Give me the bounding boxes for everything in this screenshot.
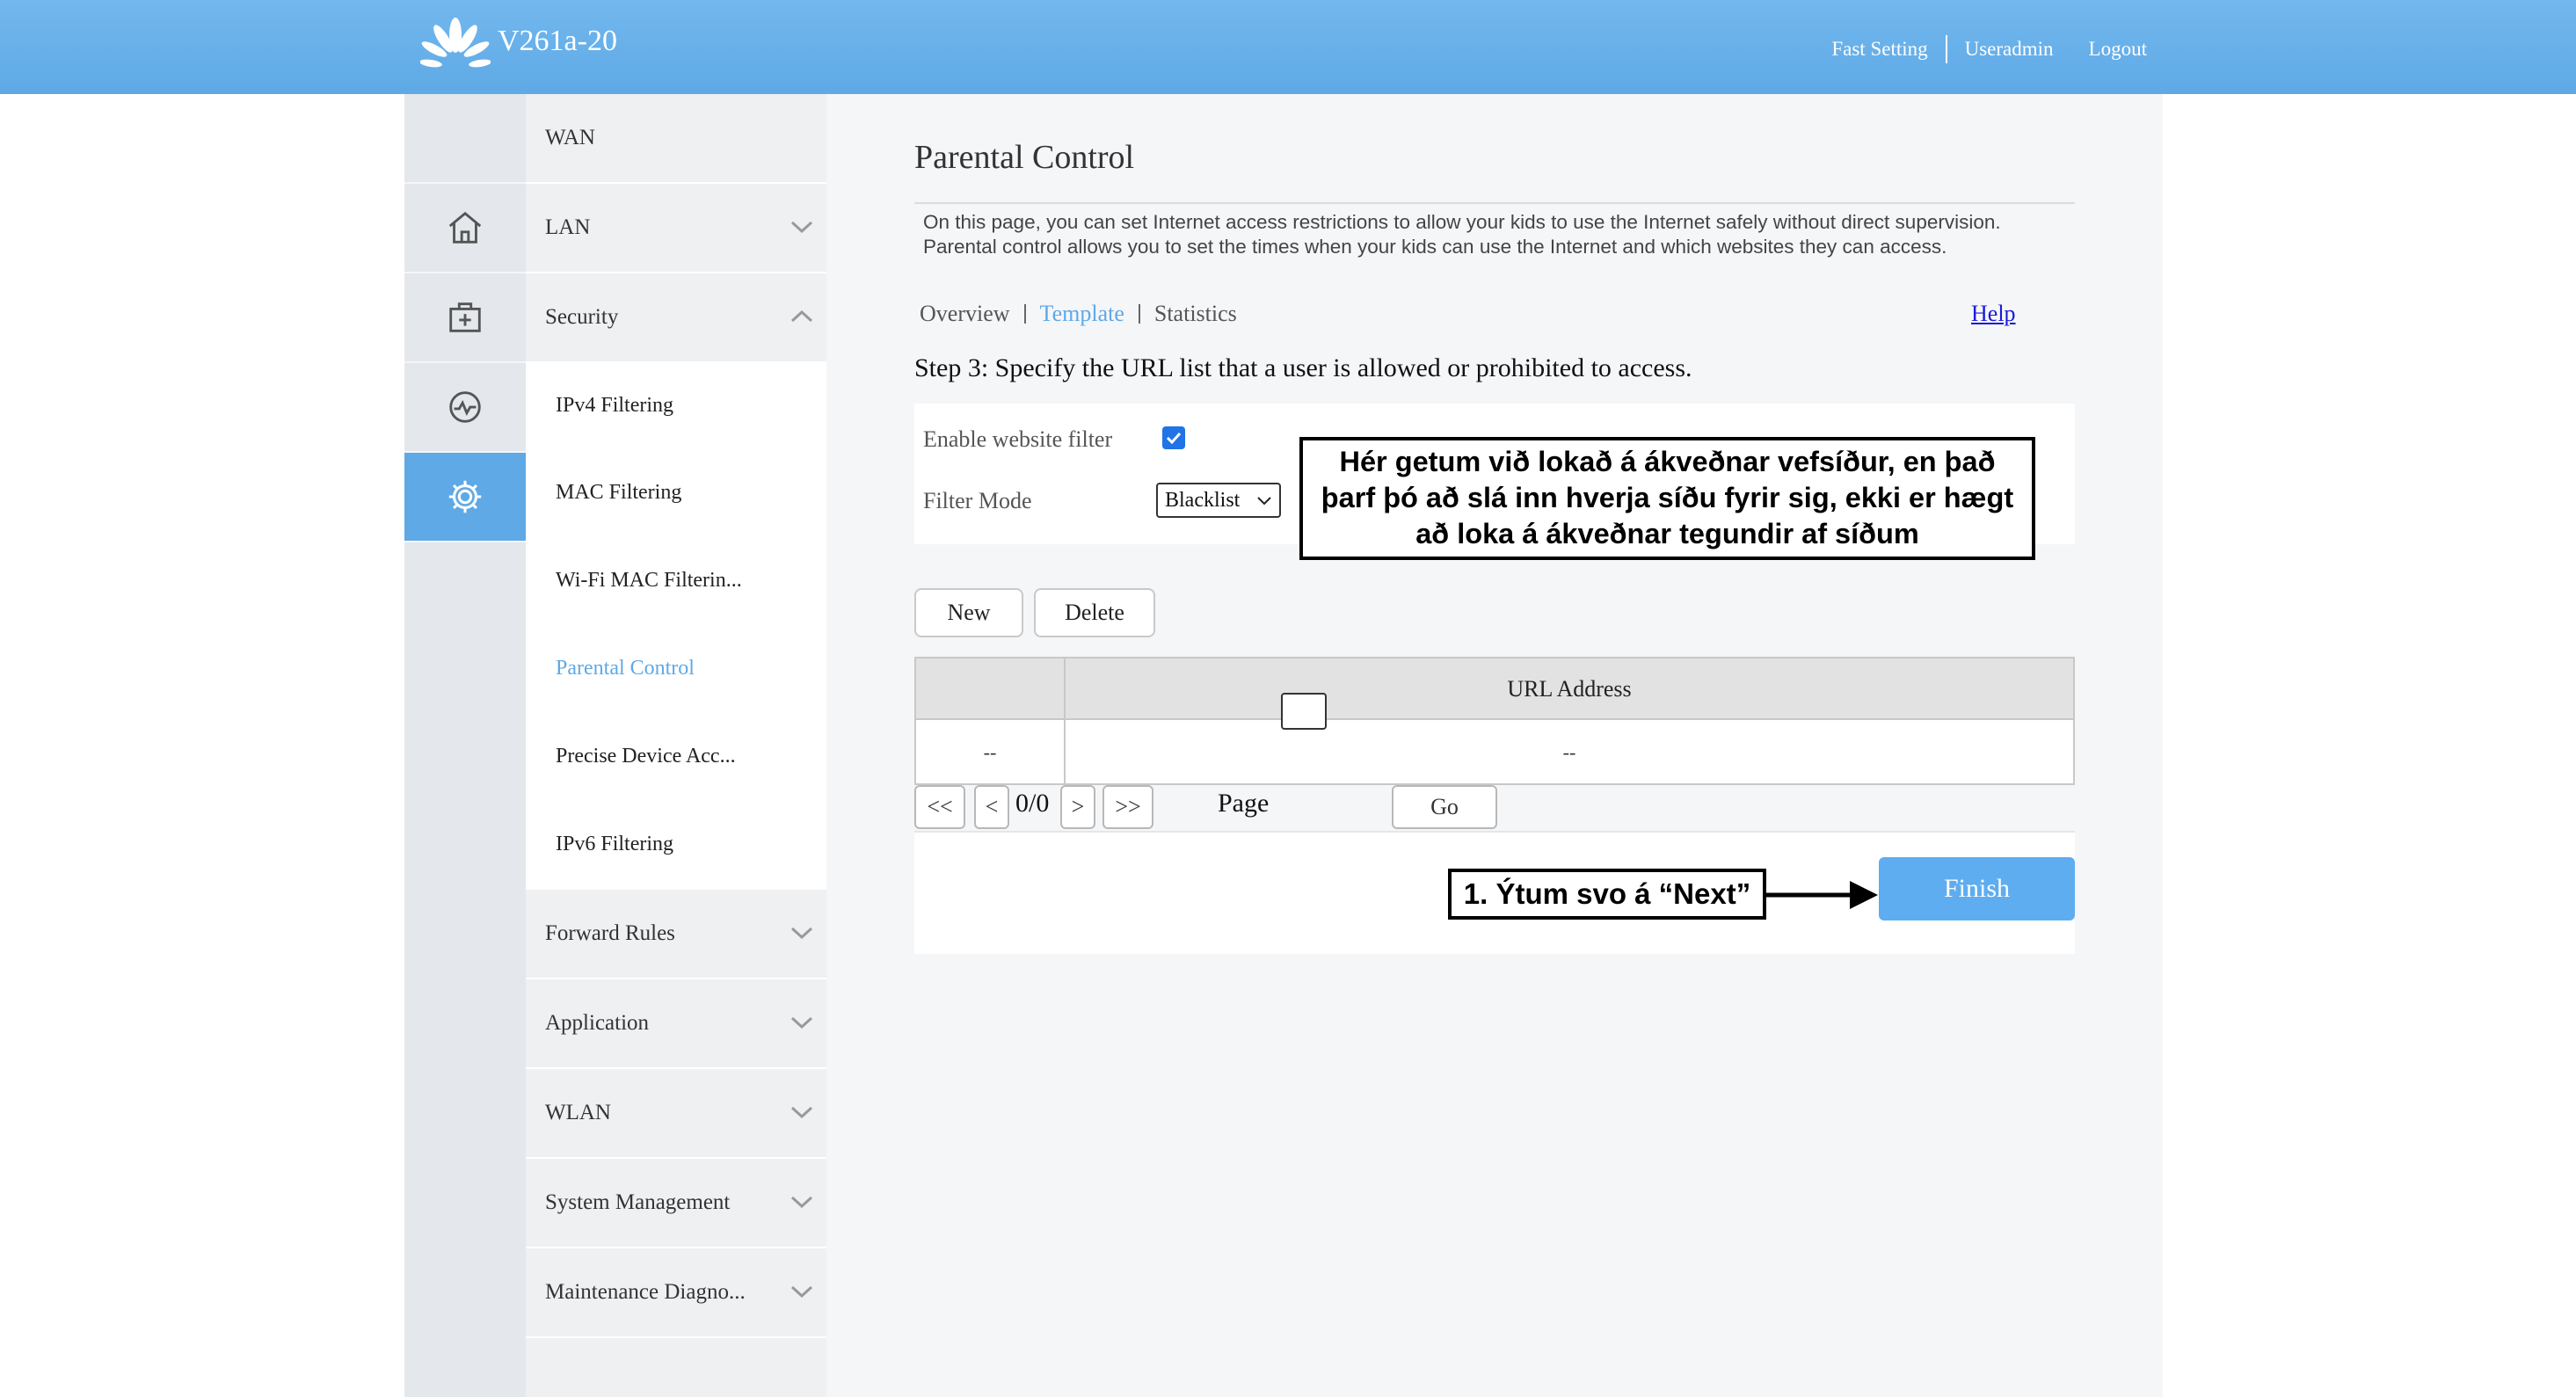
prev-page-button[interactable]: < [974,785,1009,829]
huawei-logo-icon [420,18,491,68]
filter-mode-value: Blacklist [1165,488,1241,512]
submenu-ipv4-filtering[interactable]: IPv4 Filtering [556,394,673,418]
page-label: Page [1218,789,1270,818]
submenu-wifi-mac-filtering[interactable]: Wi-Fi MAC Filterin... [556,569,742,593]
menu-label: Security [545,305,619,329]
icon-rail [404,94,526,1397]
chevron-down-icon [790,927,813,940]
useradmin-link[interactable]: Useradmin [1965,38,2054,61]
step-instruction: Step 3: Specify the URL list that a user… [914,353,1692,382]
first-page-button[interactable]: << [914,785,965,829]
description-line: On this page, you can set Internet acces… [923,211,2001,233]
menu-item-security[interactable]: Security [526,273,826,363]
chevron-down-icon [790,1196,813,1209]
new-button[interactable]: New [914,588,1023,637]
table-cell-url: -- [1562,741,1576,763]
top-links: Fast Setting Useradmin Logout [1831,35,2147,63]
chevron-down-icon [790,1016,813,1030]
rail-empty [404,542,526,1397]
side-menu: WAN LAN Security IPv4 Filtering MAC Filt… [526,94,826,1397]
menu-label: WLAN [545,1101,611,1124]
tab-statistics[interactable]: Statistics [1154,301,1237,327]
chevron-down-icon [790,1106,813,1119]
home-icon [448,211,482,244]
toolbox-icon [449,302,481,332]
title-divider [914,202,2075,204]
callout-line: Hér getum við lokað á ákveðnar vefsíður,… [1339,446,1996,477]
menu-label: Application [545,1011,650,1035]
finish-button[interactable]: Finish [1879,857,2075,920]
page-number-input[interactable] [1281,693,1327,730]
main-content: Parental Control On this page, you can s… [826,94,2163,1397]
url-address-header: URL Address [1507,676,1632,702]
submenu-mac-filtering[interactable]: MAC Filtering [556,481,681,505]
menu-item-application[interactable]: Application [526,979,826,1069]
menu-item-wan[interactable]: WAN [526,94,826,184]
tab-overview[interactable]: Overview [920,301,1010,327]
menu-label: LAN [545,215,591,239]
delete-button[interactable]: Delete [1034,588,1155,637]
tab-bar: Overview Template Statistics [920,301,1237,327]
menu-item-forward-rules[interactable]: Forward Rules [526,890,826,979]
url-table: URL Address -- -- [914,657,2075,785]
security-submenu: IPv4 Filtering MAC Filtering Wi-Fi MAC F… [526,362,826,890]
menu-label: System Management [545,1190,731,1214]
table-cell-select: -- [983,741,997,763]
filter-mode-label: Filter Mode [923,488,1032,513]
top-header: V261a-20 Fast Setting Useradmin Logout [0,0,2576,94]
active-pointer [510,475,528,538]
menu-label: Forward Rules [545,921,675,945]
menu-label: WAN [545,126,595,149]
menu-item-wlan[interactable]: WLAN [526,1069,826,1159]
page-count: 0/0 [1015,789,1050,818]
submenu-parental-control[interactable]: Parental Control [556,657,695,680]
chevron-down-icon [790,221,813,234]
arrow-right-icon [1765,881,1878,909]
submenu-precise-device-access[interactable]: Precise Device Acc... [556,745,736,768]
rail-item-toolbox[interactable] [404,273,526,363]
rail-item-settings[interactable] [404,453,526,542]
gear-icon [448,480,482,513]
link-divider [1945,35,1947,63]
chevron-up-icon [790,309,813,323]
submenu-ipv6-filtering[interactable]: IPv6 Filtering [556,833,673,856]
last-page-button[interactable]: >> [1102,785,1153,829]
tab-divider [1138,304,1140,324]
go-button[interactable]: Go [1392,785,1497,829]
annotation-callout-next: 1. Ýtum svo á “Next” [1448,869,1766,920]
logout-link[interactable]: Logout [2089,38,2147,61]
help-link[interactable]: Help [1971,301,2016,327]
monitor-icon [449,391,481,423]
rail-item-home[interactable] [404,184,526,273]
callout-line: að loka á ákveðnar tegundir af síðum [1415,518,1919,549]
callout-line: þarf þó að slá inn hverja síðu fyrir sig… [1321,482,2014,513]
tab-template[interactable]: Template [1040,301,1124,327]
fast-setting-link[interactable]: Fast Setting [1831,38,1927,61]
chevron-down-icon [1257,497,1271,506]
rail-blank [404,94,526,184]
menu-item-maintenance[interactable]: Maintenance Diagno... [526,1248,826,1338]
enable-filter-checkbox[interactable] [1162,426,1185,449]
next-page-button[interactable]: > [1060,785,1095,829]
annotation-callout-filter: Hér getum við lokað á ákveðnar vefsíður,… [1299,437,2035,560]
enable-filter-label: Enable website filter [923,426,1113,452]
menu-label: Maintenance Diagno... [545,1280,746,1304]
device-model: V261a-20 [498,25,617,57]
rail-item-monitor[interactable] [404,363,526,453]
tab-divider [1023,304,1026,324]
menu-item-system-management[interactable]: System Management [526,1159,826,1248]
description-line: Parental control allows you to set the t… [923,236,1947,258]
page-title: Parental Control [914,139,1135,176]
chevron-down-icon [790,1285,813,1299]
page-description: On this page, you can set Internet acces… [923,210,2084,259]
checkmark-icon [1166,432,1182,444]
filter-mode-select[interactable]: Blacklist [1156,483,1281,518]
menu-item-lan[interactable]: LAN [526,184,826,273]
